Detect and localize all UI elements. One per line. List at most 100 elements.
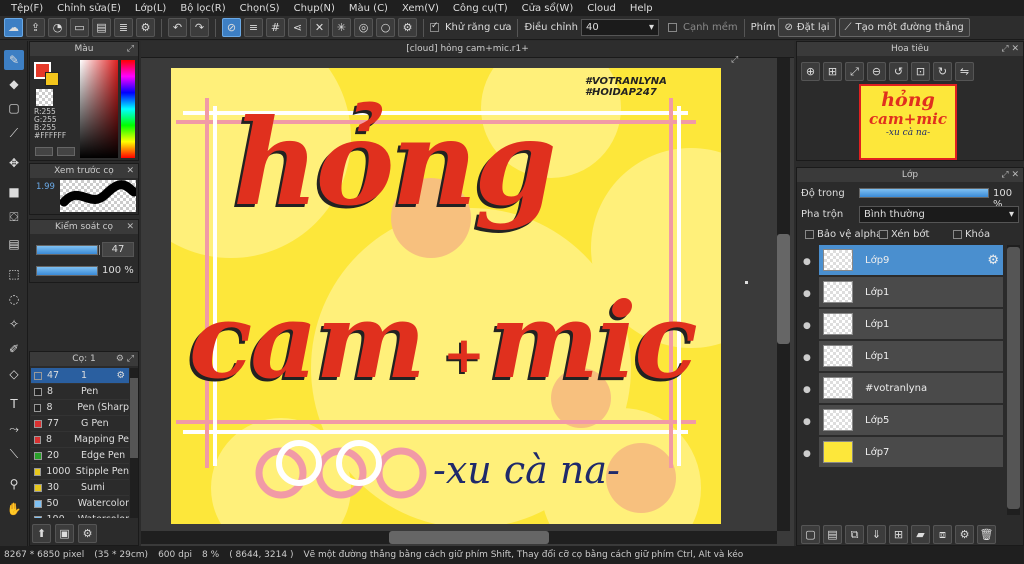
- visibility-eye-icon[interactable]: ●: [803, 289, 811, 299]
- move-tool-icon[interactable]: ✥: [4, 153, 24, 173]
- gradient-tool-icon[interactable]: ▤: [4, 234, 24, 254]
- fill-rect-tool-icon[interactable]: ■: [4, 182, 24, 202]
- rectangle-tool-icon[interactable]: ▢: [4, 98, 24, 118]
- layer-settings-icon[interactable]: ⚙: [987, 253, 999, 268]
- rotate-left-icon[interactable]: ↺: [889, 62, 908, 81]
- brush-settings-icon[interactable]: ⚙: [78, 524, 97, 543]
- visibility-eye-icon[interactable]: ●: [803, 449, 811, 459]
- select-rect-tool-icon[interactable]: ⬚: [4, 264, 24, 284]
- brush-tool-icon[interactable]: ✎: [4, 50, 24, 70]
- background-color-swatch[interactable]: [45, 72, 59, 86]
- hue-slider[interactable]: [121, 60, 135, 158]
- menu-color[interactable]: Màu (C): [342, 3, 395, 14]
- brush-list-item[interactable]: 8 Pen: [31, 384, 129, 400]
- close-icon[interactable]: ⤢ ✕: [1001, 168, 1019, 182]
- zoom-fit-icon[interactable]: ⊞: [823, 62, 842, 81]
- add-brush-icon[interactable]: ⬆: [32, 524, 51, 543]
- duplicate-icon[interactable]: ⧈: [933, 525, 952, 544]
- brush-list-scrollbar[interactable]: [130, 368, 138, 518]
- circle-snap-icon[interactable]: ○: [376, 18, 395, 37]
- reset-view-icon[interactable]: ⊡: [911, 62, 930, 81]
- operation-tool-icon[interactable]: ⤳: [4, 419, 24, 439]
- delete-layer-icon[interactable]: 🗑: [977, 525, 996, 544]
- visibility-eye-icon[interactable]: ●: [803, 385, 811, 395]
- navigator-thumbnail[interactable]: hỏng cam+mic -xu cà na-: [859, 84, 957, 160]
- brush-list-item[interactable]: 77 G Pen: [31, 416, 129, 432]
- menu-view[interactable]: Xem(V): [395, 3, 446, 14]
- clipping-checkbox[interactable]: Xén bớt: [879, 229, 929, 240]
- canvas-artwork[interactable]: #VOTRANLYNA #HOIDAP247 hỏng cam + mic -x…: [171, 68, 721, 524]
- adjust-dropdown[interactable]: 40 ▾: [580, 19, 659, 36]
- concentric-snap-icon[interactable]: ◎: [354, 18, 373, 37]
- menu-file[interactable]: Tệp(F): [4, 3, 50, 14]
- make-line-button[interactable]: ⟋ Tạo một đường thẳng: [838, 18, 970, 37]
- select-eraser-tool-icon[interactable]: ◇: [4, 364, 24, 384]
- antialias-checkbox[interactable]: [430, 21, 442, 33]
- menu-select[interactable]: Chọn(S): [233, 3, 287, 14]
- color-swap-button[interactable]: [57, 147, 75, 156]
- eraser-tool-icon[interactable]: ◆: [4, 74, 24, 94]
- brush-list-item[interactable]: 100Watercolor: [31, 512, 129, 518]
- folder-icon[interactable]: ▰: [911, 525, 930, 544]
- transparent-color-swatch[interactable]: [36, 89, 53, 106]
- new-layer-icon[interactable]: ▢: [801, 525, 820, 544]
- protect-alpha-checkbox[interactable]: Bảo vệ alpha: [805, 229, 882, 240]
- flip-icon[interactable]: ⇋: [955, 62, 974, 81]
- canvas-vertical-scrollbar[interactable]: [777, 58, 790, 531]
- layer-settings-icon[interactable]: ⚙: [955, 525, 974, 544]
- snap-settings-icon[interactable]: ⚙: [398, 18, 417, 37]
- document-icon[interactable]: ▤: [92, 18, 111, 37]
- brush-list-item[interactable]: 8 Pen (Sharp: [31, 400, 129, 416]
- undo-icon[interactable]: ↶: [168, 18, 187, 37]
- merge-layer-icon[interactable]: ⇓: [867, 525, 886, 544]
- saturation-brightness-picker[interactable]: [80, 60, 118, 158]
- grid-snap-icon[interactable]: #: [266, 18, 285, 37]
- rotate-right-icon[interactable]: ↻: [933, 62, 952, 81]
- select-pen-tool-icon[interactable]: ✐: [4, 339, 24, 359]
- menu-cloud[interactable]: Cloud: [580, 3, 623, 14]
- radial-snap-icon[interactable]: ✳: [332, 18, 351, 37]
- eyedropper-tool-icon[interactable]: ⚲: [4, 474, 24, 494]
- text-tool-icon[interactable]: T: [4, 394, 24, 414]
- comment-icon[interactable]: ▭: [70, 18, 89, 37]
- layer-row[interactable]: Lớp7: [819, 437, 1003, 468]
- brush-size-slider[interactable]: [36, 245, 98, 255]
- layer-row[interactable]: Lớp1: [819, 309, 1003, 340]
- reset-button[interactable]: ⊘ Đặt lại: [778, 18, 836, 37]
- close-icon[interactable]: ✕: [126, 164, 134, 178]
- menu-layer[interactable]: Lớp(L): [128, 3, 173, 14]
- divide-tool-icon[interactable]: ⟍: [4, 444, 24, 464]
- brush-list-item[interactable]: 30 Sumi: [31, 480, 129, 496]
- layer-row[interactable]: Lớp5: [819, 405, 1003, 436]
- settings-icon[interactable]: ⚙ ⤢: [116, 352, 134, 366]
- chat-icon[interactable]: ◔: [48, 18, 67, 37]
- layer-row[interactable]: Lớp1: [819, 277, 1003, 308]
- lock-checkbox[interactable]: Khóa: [953, 229, 990, 240]
- expand-icon[interactable]: ⤢: [127, 42, 134, 56]
- layer-list-scrollbar[interactable]: [1007, 245, 1020, 515]
- close-icon[interactable]: ✕: [126, 220, 134, 234]
- line-tool-icon[interactable]: ⟋: [4, 123, 24, 143]
- fit-window-icon[interactable]: ⤢: [845, 62, 864, 81]
- cloud-icon[interactable]: ☁: [4, 18, 23, 37]
- edge-checkbox[interactable]: [667, 22, 680, 33]
- redo-icon[interactable]: ↷: [190, 18, 209, 37]
- menu-help[interactable]: Help: [623, 3, 660, 14]
- bucket-tool-icon[interactable]: ⛋: [4, 207, 24, 227]
- menu-snap[interactable]: Chụp(N): [287, 3, 342, 14]
- cross-snap-icon[interactable]: ✕: [310, 18, 329, 37]
- menu-tools[interactable]: Công cụ(T): [446, 3, 515, 14]
- brush-size-value[interactable]: 47: [102, 242, 134, 257]
- color-mode-button[interactable]: [35, 147, 53, 156]
- brush-folder-icon[interactable]: ▣: [55, 524, 74, 543]
- document-tab[interactable]: [cloud] hỏng cam+mic.r1+: [141, 41, 794, 58]
- layer-opacity-slider[interactable]: [859, 188, 989, 198]
- brush-list-item[interactable]: 50 Watercolor: [31, 496, 129, 512]
- visibility-eye-icon[interactable]: ●: [803, 353, 811, 363]
- brush-list-item[interactable]: 20 Edge Pen: [31, 448, 129, 464]
- hand-tool-icon[interactable]: ✋: [4, 499, 24, 519]
- brush-settings-icon[interactable]: ⚙: [116, 370, 125, 381]
- brush-list-item[interactable]: 8 Mapping Pe: [31, 432, 129, 448]
- layer-row[interactable]: Lớp9 ⚙: [819, 245, 1003, 276]
- lasso-tool-icon[interactable]: ◌: [4, 289, 24, 309]
